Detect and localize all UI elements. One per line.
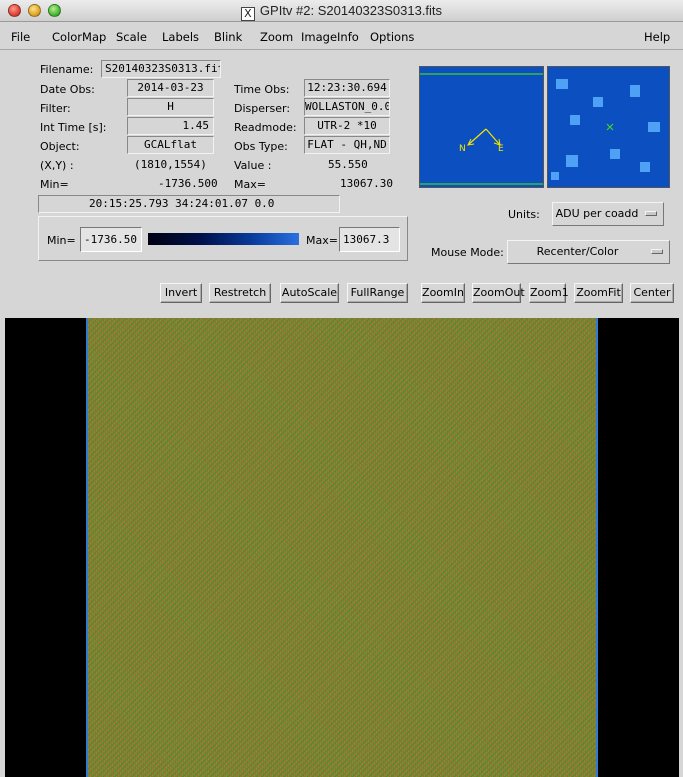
title-bar: X GPItv #2: S20140323S0313.fits [0, 0, 683, 22]
zoomfit-button[interactable]: ZoomFit [574, 283, 623, 303]
tracking-panel [547, 66, 670, 188]
xy-value: (1810,1554) [134, 158, 207, 171]
max-value: 13067.30 [340, 177, 393, 190]
window-title: GPItv #2: S20140323S0313.fits [259, 3, 443, 18]
fullrange-button[interactable]: FullRange [347, 283, 408, 303]
menu-help[interactable]: Help [644, 30, 670, 44]
mouse-mode-label: Mouse Mode: [431, 246, 504, 259]
invert-button[interactable]: Invert [160, 283, 202, 303]
disperser-label: Disperser: [234, 102, 291, 115]
compass-east: E [498, 144, 504, 154]
tracking-crosshair-icon [606, 123, 614, 131]
value-value: 55.550 [328, 158, 368, 171]
x11-icon: X [240, 7, 255, 21]
date-obs-label: Date Obs: [40, 83, 95, 96]
zoom1-button[interactable]: Zoom1 [529, 283, 569, 303]
coordinates-readout: 20:15:25.793 34:24:01.07 0.0 [38, 195, 340, 213]
menu-options[interactable]: Options [370, 30, 414, 44]
compass-icon: N E [459, 128, 504, 154]
filter-label: Filter: [40, 102, 71, 115]
colorbar-max-input[interactable]: 13067.3 [339, 227, 400, 252]
obs-type-label: Obs Type: [234, 140, 288, 153]
readmode-field: UTR-2 *10 [304, 117, 390, 135]
mouse-mode-dropdown[interactable]: Recenter/Color [507, 240, 670, 264]
min-value: -1736.500 [158, 177, 218, 190]
colorbar-min-input[interactable]: -1736.50 [80, 227, 142, 252]
filter-field: H [127, 98, 214, 116]
center-button[interactable]: Center [630, 283, 674, 303]
pan-overlay: N E [420, 73, 543, 185]
units-label: Units: [508, 208, 540, 221]
colorbar-min-label: Min= [47, 234, 76, 247]
pan-panel[interactable]: N E [419, 66, 544, 188]
restretch-button[interactable]: Restretch [209, 283, 271, 303]
menu-colormap[interactable]: ColorMap [52, 30, 106, 44]
object-label: Object: [40, 140, 80, 153]
xy-label: (X,Y) : [40, 159, 74, 172]
menu-labels[interactable]: Labels [162, 30, 199, 44]
menu-file[interactable]: File [11, 30, 30, 44]
units-dropdown[interactable]: ADU per coadd [552, 202, 664, 226]
mouse-mode-value: Recenter/Color [536, 245, 619, 258]
colorbar-max-label: Max= [306, 234, 338, 247]
time-obs-label: Time Obs: [234, 83, 290, 96]
date-obs-field: 2014-03-23 [127, 79, 214, 97]
min-label: Min= [40, 178, 69, 191]
int-time-field: 1.45 [127, 117, 214, 135]
menu-bar: File ColorMap Scale Labels Blink Zoom Im… [0, 23, 683, 50]
main-image-display[interactable] [5, 318, 679, 777]
value-label: Value : [234, 159, 272, 172]
tracking-speckles [551, 79, 660, 180]
object-field: GCALflat [127, 136, 214, 154]
dropdown-indicator-icon [651, 249, 663, 254]
menu-imageinfo[interactable]: ImageInfo [301, 30, 359, 44]
disperser-field: WOLLASTON_0.0 [304, 98, 390, 116]
filename-label: Filename: [40, 63, 94, 76]
units-value: ADU per coadd [555, 207, 639, 220]
window-title-group: X GPItv #2: S20140323S0313.fits [0, 3, 683, 21]
zoomin-button[interactable]: ZoomIn [421, 283, 465, 303]
dropdown-indicator-icon [645, 211, 657, 216]
compass-north: N [459, 144, 466, 154]
filename-field: S20140323S0313.fits [101, 60, 221, 78]
menu-blink[interactable]: Blink [214, 30, 242, 44]
time-obs-field: 12:23:30.694 [304, 79, 390, 97]
int-time-label: Int Time [s]: [40, 121, 107, 134]
tracking-overlay [551, 79, 660, 180]
obs-type-field: FLAT - QH,ND [304, 136, 390, 154]
zoomout-button[interactable]: ZoomOut [472, 283, 525, 303]
menu-scale[interactable]: Scale [116, 30, 147, 44]
menu-zoom[interactable]: Zoom [260, 30, 293, 44]
autoscale-button[interactable]: AutoScale [280, 283, 339, 303]
image-data[interactable] [86, 318, 598, 777]
max-label: Max= [234, 178, 266, 191]
readmode-label: Readmode: [234, 121, 297, 134]
colorbar [148, 233, 299, 245]
